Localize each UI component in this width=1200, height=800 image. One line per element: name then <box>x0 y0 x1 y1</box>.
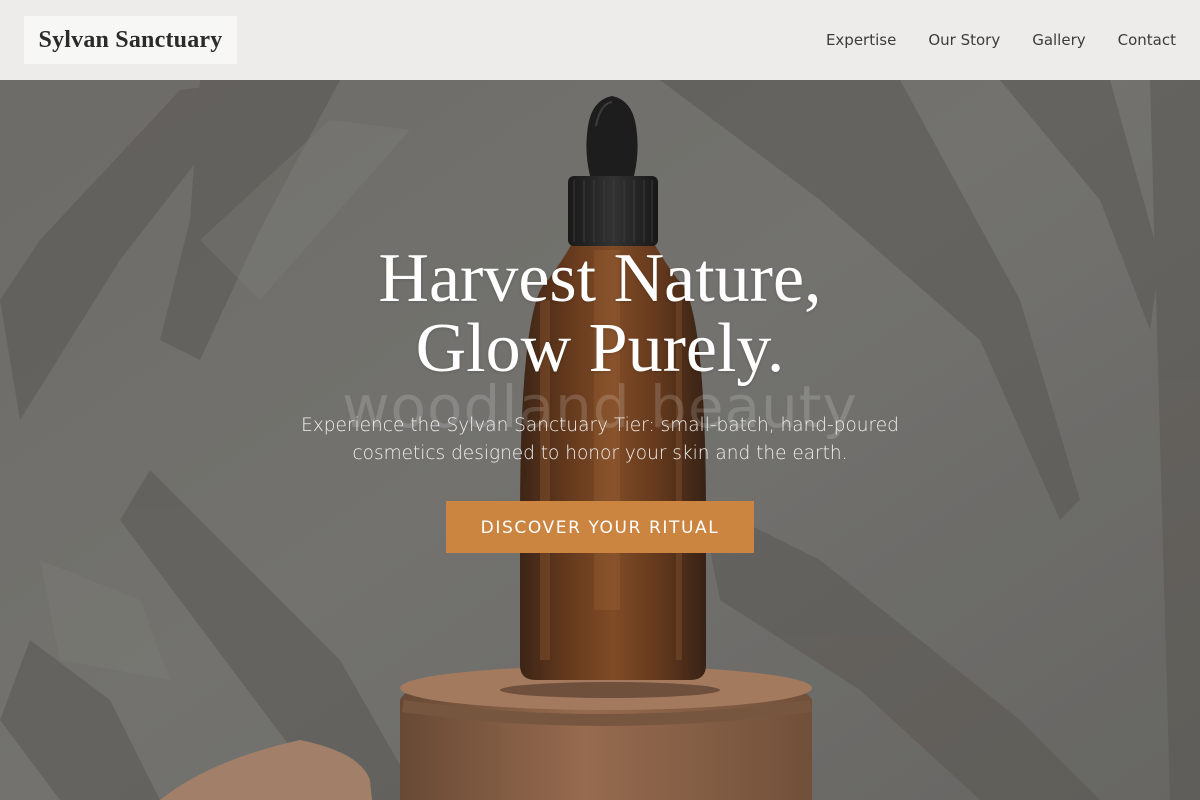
hero-headline-line-1: Harvest Nature, <box>378 240 822 317</box>
site-logo[interactable]: Sylvan Sanctuary <box>24 16 237 64</box>
nav-link-expertise[interactable]: Expertise <box>826 31 896 49</box>
hero-section: woodland beauty Harvest Nature, Glow Pur… <box>0 244 1200 553</box>
hero-headline-line-2: Glow Purely. <box>415 310 785 387</box>
hero-subtext: Experience the Sylvan Sanctuary Tier: sm… <box>301 415 899 464</box>
nav-link-gallery[interactable]: Gallery <box>1032 31 1085 49</box>
discover-ritual-button[interactable]: DISCOVER YOUR RITUAL <box>446 501 754 553</box>
nav-link-our-story[interactable]: Our Story <box>928 31 1000 49</box>
page: Sylvan Sanctuary Expertise Our Story Gal… <box>0 0 1200 800</box>
site-header: Sylvan Sanctuary Expertise Our Story Gal… <box>0 0 1200 80</box>
nav-link-contact[interactable]: Contact <box>1118 31 1176 49</box>
main-nav: Expertise Our Story Gallery Contact <box>794 0 1176 80</box>
hero-headline: Harvest Nature, Glow Purely. <box>0 244 1200 384</box>
